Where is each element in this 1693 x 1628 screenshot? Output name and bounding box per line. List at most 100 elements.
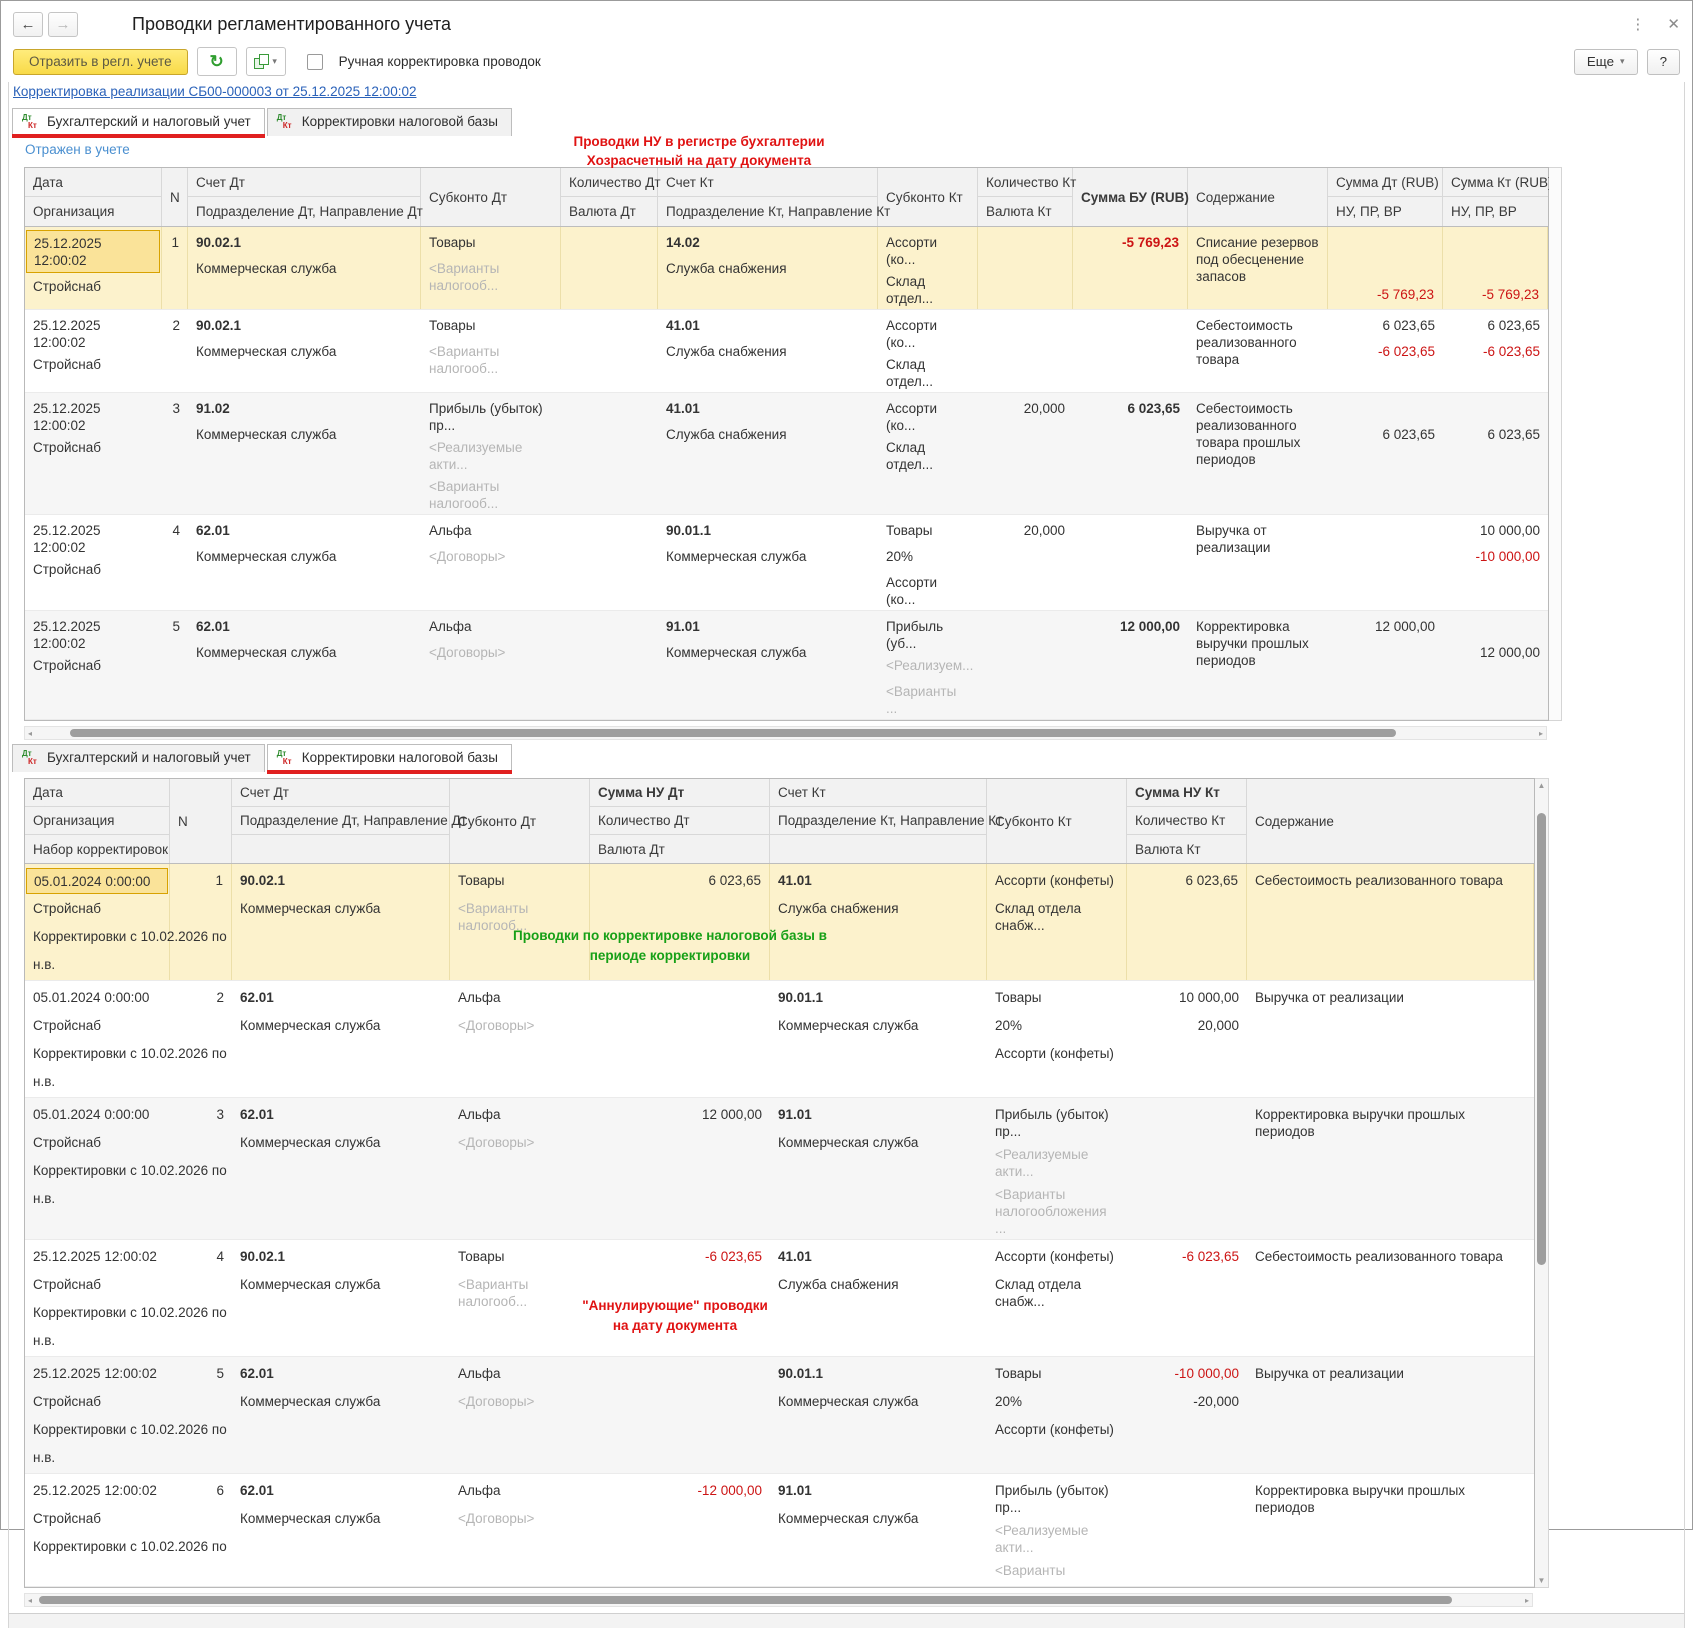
vertical-scrollbar[interactable]: ▲ ▼ xyxy=(1535,778,1549,1588)
scroll-down-icon[interactable]: ▼ xyxy=(1535,1576,1548,1585)
table-cell-n: 2 xyxy=(172,318,180,333)
scroll-up-icon[interactable]: ▲ xyxy=(1535,781,1548,790)
column-header: N xyxy=(178,813,188,829)
table-cell-sub_kt: Товары 20% Ассорти (конфеты) xyxy=(995,1366,1114,1437)
manual-adjustment-checkbox[interactable] xyxy=(306,53,323,70)
table-cell-n: 1 xyxy=(170,864,232,980)
column-header: Субконто Кт xyxy=(995,813,1072,829)
column-header: Количество Дт xyxy=(590,807,769,835)
document-link[interactable]: Корректировка реализации СБ00-000003 от … xyxy=(13,84,416,99)
back-button[interactable]: ← xyxy=(13,11,43,37)
selected-cell[interactable]: 05.01.2024 0:00:00 xyxy=(26,868,168,894)
table-row[interactable]: 25.12.2025 12:00:02 Стройснаб 2 90.02.1 Комм… xyxy=(25,310,1548,393)
green-highlight-box: 05.01.2024 0:00:00 Стройснаб Корректировки… xyxy=(25,864,1534,1240)
table-cell-n: 4 xyxy=(172,523,180,538)
tab-accounting-and-tax[interactable]: Дт Кт Бухгалтерский и налоговый учет xyxy=(12,744,265,772)
close-icon[interactable]: ✕ xyxy=(1667,15,1680,33)
tab-tax-base-adjustments[interactable]: Дт Кт Корректировки налоговой базы xyxy=(266,744,513,774)
table-cell-sum_dt: 6 023,65 xyxy=(1382,427,1435,442)
table-cell-sum_bu: 6 023,65 xyxy=(1127,401,1180,416)
more-button[interactable]: Еще ▾ xyxy=(1573,48,1638,75)
table-cell-sum_nu_dt: -12 000,00 xyxy=(697,1483,762,1498)
column-header: Количество Дт xyxy=(561,168,661,197)
horizontal-scrollbar[interactable]: ◂ ▸ xyxy=(24,1593,1533,1607)
table-cell-sum_kt: 6 023,65 xyxy=(1487,427,1540,442)
table-row[interactable]: 25.12.2025 12:00:02 Стройснаб Корректировк… xyxy=(25,1240,1534,1357)
table-cell-content: Себестоимость реализованного товара xyxy=(1247,864,1534,980)
column-header: Субконто Кт xyxy=(886,189,963,205)
post-documents-button[interactable]: ▾ xyxy=(245,47,286,76)
reflect-in-accounting-button[interactable]: Отразить в регл. учете xyxy=(13,48,188,75)
table-cell-acct_kt: 90.01.1 Коммерческая служба xyxy=(778,990,919,1033)
table-cell-acct_dt: 62.01 Коммерческая служба xyxy=(240,990,381,1033)
refresh-button[interactable]: ↻ xyxy=(196,47,237,76)
selected-cell[interactable]: 25.12.2025 12:00:02 xyxy=(26,230,160,273)
table-cell-sum_nu_dt: 12 000,00 xyxy=(701,1107,762,1122)
table-row[interactable]: 05.01.2024 0:00:00 Стройснаб Корректировки… xyxy=(25,864,1534,981)
table-cell-content: Себестоимость реализованного товара прош… xyxy=(1196,401,1301,467)
column-header: Организация xyxy=(33,204,115,219)
help-button[interactable]: ? xyxy=(1646,48,1680,75)
table-cell-acct_kt: 41.01 Служба снабжения xyxy=(666,318,787,359)
table-cell-sum_nu_kt: -10 000,00 -20,000 xyxy=(1174,1366,1239,1409)
table-row[interactable]: 25.12.2025 12:00:02 Стройснаб 3 91.02 Коммер… xyxy=(25,393,1548,515)
tab-tax-base-adjustments[interactable]: Дт Кт Корректировки налоговой базы xyxy=(266,108,512,136)
scroll-left-icon[interactable]: ◂ xyxy=(28,727,32,739)
table-cell-sub_kt: Ассорти (ко... Склад отдел... xyxy=(886,401,938,472)
tab-strip-lower: Дт Кт Бухгалтерский и налоговый учет Дт Кт… xyxy=(9,743,1684,774)
reflected-status-link[interactable]: Отражен в учете xyxy=(25,142,130,157)
column-header xyxy=(770,835,986,863)
table-cell-n: 5 xyxy=(216,1366,224,1381)
table-cell-acct_dt: 62.01 Коммерческая служба xyxy=(196,619,337,660)
table-cell-sum_dt: 12 000,00 xyxy=(1374,619,1435,634)
table-cell-sum_nu_kt xyxy=(1127,1474,1247,1586)
scroll-right-icon[interactable]: ▸ xyxy=(1539,727,1543,739)
table-cell-sub_kt: Ассорти (ко... Склад отдел... xyxy=(886,318,938,389)
table-row[interactable]: 25.12.2025 12:00:02 Стройснаб 1 90.02.1 Комм… xyxy=(25,227,1548,310)
tab-accounting-and-tax[interactable]: Дт Кт Бухгалтерский и налоговый учет xyxy=(12,108,265,138)
dtkt-icon: Дт Кт xyxy=(276,749,292,766)
table-cell-date: 25.12.2025 12:00:02 Стройснаб Корректировк… xyxy=(33,1249,227,1348)
dropdown-caret-icon: ▾ xyxy=(1620,55,1625,66)
table-cell-qty_dt xyxy=(561,227,658,309)
table-cell-date: 05.01.2024 0:00:00 Стройснаб Корректировки… xyxy=(33,1107,227,1206)
table-row[interactable]: 25.12.2025 12:00:02 Стройснаб Корректировк… xyxy=(25,1474,1534,1587)
horizontal-scrollbar[interactable]: ◂ ▸ xyxy=(24,726,1547,740)
manual-adjustment-label[interactable]: Ручная корректировка проводок xyxy=(339,54,541,69)
refresh-icon: ↻ xyxy=(209,52,224,71)
vertical-scrollbar[interactable] xyxy=(1549,167,1562,721)
scroll-left-icon[interactable]: ◂ xyxy=(28,1594,32,1606)
scrollbar-thumb[interactable] xyxy=(39,1596,1452,1604)
column-header: Подразделение Дт, Направление Дт xyxy=(232,807,467,835)
menu-dots-icon[interactable]: ⋮ xyxy=(1630,15,1645,33)
table-cell-sum_kt: 10 000,00 -10 000,00 xyxy=(1475,523,1540,564)
table-row[interactable]: 25.12.2025 12:00:02 Стройснаб 5 62.01 Коммер… xyxy=(25,611,1548,720)
table-cell-acct_kt: 90.01.1 Коммерческая служба xyxy=(778,1366,919,1409)
table-row[interactable]: 25.12.2025 12:00:02 Стройснаб Корректировк… xyxy=(25,1357,1534,1474)
forward-button[interactable]: → xyxy=(48,11,78,37)
table-cell-date: 25.12.2025 12:00:02 Стройснаб xyxy=(33,523,101,577)
table-cell-sub_kt: Ассорти (конфеты) Склад отдела снабж... xyxy=(995,1249,1114,1309)
table-cell-n: 3 xyxy=(172,401,180,416)
table-cell-acct_dt: 90.02.1 Коммерческая служба xyxy=(196,318,337,359)
table-row[interactable]: 05.01.2024 0:00:00 Стройснаб Корректировки… xyxy=(25,1098,1534,1240)
table-cell-sub_dt: Альфа <Договоры> xyxy=(458,990,535,1033)
scrollbar-thumb[interactable] xyxy=(1537,813,1546,1266)
table-cell-sum_nu_kt xyxy=(1127,1098,1247,1239)
table-row[interactable]: 25.12.2025 12:00:02 Стройснаб 4 62.01 Коммер… xyxy=(25,515,1548,611)
table-cell-content: Корректировка выручки прошлых периодов xyxy=(1196,619,1309,668)
scrollbar-thumb[interactable] xyxy=(70,729,1396,737)
table-cell-sub_kt: Товары 20% Ассорти (конфеты) xyxy=(995,990,1114,1061)
column-header: НУ, ПР, ВР xyxy=(1451,204,1517,219)
column-header xyxy=(232,835,449,863)
table-cell-sub_dt: Прибыль (убыток) пр... <Реализуемые акти.… xyxy=(429,401,543,511)
table-cell-sum_dt: 6 023,65 -6 023,65 xyxy=(1377,318,1435,359)
table-cell-acct_kt: 91.01 Коммерческая служба xyxy=(778,1107,919,1150)
table-cell-content: Выручка от реализации xyxy=(1255,990,1404,1005)
scroll-right-icon[interactable]: ▸ xyxy=(1525,1594,1529,1606)
table-cell-sub_kt: Ассорти (конфеты) Склад отдела снабж... xyxy=(987,864,1127,980)
table-row[interactable]: 05.01.2024 0:00:00 Стройснаб Корректировки… xyxy=(25,981,1534,1098)
table-cell-sum_kt: 6 023,65 -6 023,65 xyxy=(1482,318,1540,359)
table-cell-n: 1 xyxy=(162,227,188,309)
column-header: Подразделение Кт, Направление Кт xyxy=(666,204,891,219)
